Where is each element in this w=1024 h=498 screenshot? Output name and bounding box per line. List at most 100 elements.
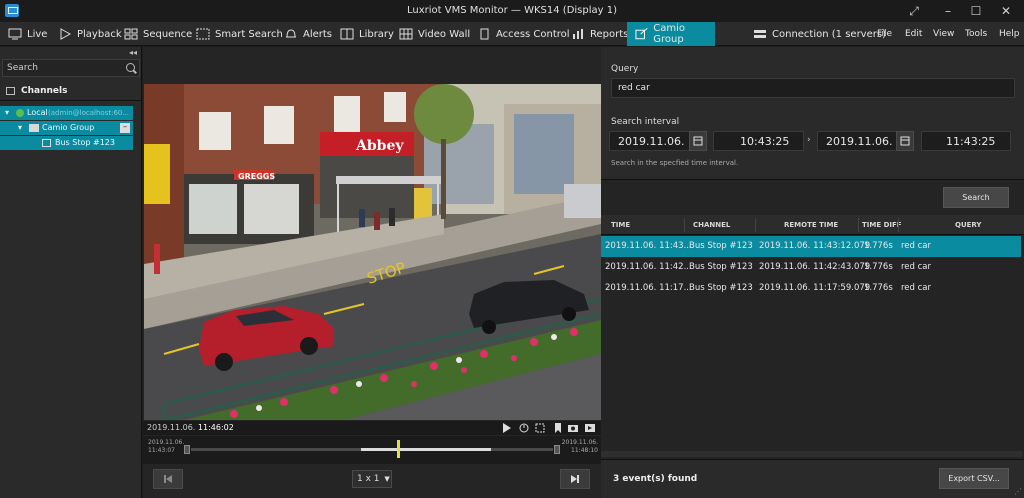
to-time-field[interactable]: 11:43:25 bbox=[921, 131, 1011, 151]
search-icon[interactable] bbox=[126, 63, 135, 72]
timeline-range bbox=[361, 448, 491, 451]
close-button[interactable]: ✕ bbox=[998, 3, 1014, 19]
tab-camio-group[interactable]: Camio Group bbox=[627, 22, 715, 46]
calendar-icon bbox=[693, 136, 703, 146]
library-icon bbox=[340, 28, 354, 40]
external-link-icon bbox=[635, 28, 648, 40]
tab-sequence[interactable]: Sequence bbox=[124, 22, 192, 46]
camera-snapshot-icon[interactable] bbox=[568, 423, 578, 433]
grid-icon bbox=[124, 28, 138, 40]
connection-status[interactable]: Connection (1 servers) bbox=[753, 22, 886, 46]
channels-header: Channels bbox=[0, 81, 142, 101]
col-time-diff[interactable]: TIME DIFF bbox=[862, 221, 902, 229]
search-form: Query red car Search interval 2019.11.06… bbox=[601, 47, 1024, 180]
horizontal-scrollbar[interactable] bbox=[601, 451, 1022, 457]
next-button[interactable] bbox=[560, 469, 590, 489]
clock-icon[interactable] bbox=[519, 423, 529, 433]
channels-sidebar: ◂◂ Search Channels ▾ Local (admin@localh… bbox=[0, 47, 142, 498]
smart-search-icon bbox=[196, 28, 210, 40]
tab-reports[interactable]: Reports bbox=[571, 22, 628, 46]
tree-item-local[interactable]: ▾ Local (admin@localhost:60... bbox=[0, 106, 133, 120]
greggs-sign: GREGGS bbox=[238, 172, 275, 181]
timeline-left-handle[interactable] bbox=[184, 445, 190, 454]
tab-live[interactable]: Live bbox=[8, 22, 47, 46]
timeline-right-handle[interactable] bbox=[554, 445, 560, 454]
minimize-button[interactable]: – bbox=[940, 3, 956, 19]
abbey-sign: Abbey bbox=[355, 138, 404, 154]
previous-button[interactable] bbox=[153, 469, 183, 489]
monitor-icon bbox=[8, 28, 22, 40]
door-icon bbox=[480, 28, 489, 40]
from-date-field[interactable]: 2019.11.06. bbox=[609, 131, 695, 151]
camera-video-frame[interactable]: Abbey GREGGS STOP bbox=[144, 84, 601, 420]
timeline-end: 2019.11.06. 11:48:10 bbox=[561, 439, 598, 454]
interval-hint: Search in the specfied time interval. bbox=[611, 159, 739, 167]
layout-select[interactable]: 1 x 1 ▼ bbox=[352, 470, 392, 488]
menu-view[interactable]: View bbox=[933, 29, 954, 39]
timeline-cursor[interactable] bbox=[397, 440, 400, 458]
tab-playback[interactable]: Playback bbox=[58, 22, 122, 46]
query-label: Query bbox=[611, 64, 639, 74]
collapse-sidebar-icon[interactable]: ◂◂ bbox=[129, 48, 137, 57]
resize-grip-icon[interactable]: ⋰ bbox=[1014, 487, 1022, 496]
tab-smart-search[interactable]: Smart Search bbox=[196, 22, 283, 46]
video-wall-icon bbox=[399, 28, 413, 40]
results-table-header: TIME CHANNEL REMOTE TIME TIME DIFF QUERY bbox=[601, 215, 1024, 235]
skip-forward-icon bbox=[571, 475, 579, 483]
server-icon bbox=[16, 109, 24, 117]
event-count: 3 event(s) found bbox=[613, 474, 698, 484]
main-toolbar: Live Playback Sequence Smart Search Aler… bbox=[0, 22, 1024, 46]
from-calendar-button[interactable] bbox=[689, 131, 707, 151]
channel-search-input[interactable]: Search bbox=[2, 59, 140, 77]
folder-icon bbox=[29, 124, 39, 132]
range-arrow-icon: › bbox=[807, 135, 811, 145]
menu-tools[interactable]: Tools bbox=[965, 29, 987, 39]
tab-video-wall[interactable]: Video Wall bbox=[399, 22, 470, 46]
video-viewport: Abbey GREGGS STOP 2019.11.06. 11:46:02 2… bbox=[143, 47, 601, 498]
play-icon[interactable] bbox=[502, 423, 512, 433]
zoom-icon[interactable] bbox=[535, 423, 545, 433]
tab-library[interactable]: Library bbox=[340, 22, 394, 46]
bookmark-icon[interactable] bbox=[553, 423, 563, 433]
skip-back-icon bbox=[164, 475, 172, 483]
tree-item-camio-group[interactable]: ▾ Camio Group – bbox=[0, 121, 133, 135]
table-row[interactable]: 2019.11.06. 11:17... Bus Stop #123 2019.… bbox=[601, 278, 1021, 299]
tree-item-bus-stop[interactable]: Bus Stop #123 bbox=[0, 136, 133, 150]
expand-icon[interactable]: ▾ bbox=[5, 108, 9, 117]
play-icon bbox=[60, 28, 72, 40]
export-csv-button[interactable]: Export CSV... bbox=[939, 468, 1009, 489]
bell-icon bbox=[286, 29, 296, 38]
menu-help[interactable]: Help bbox=[999, 29, 1020, 39]
from-time-field[interactable]: 10:43:25 bbox=[713, 131, 804, 151]
window-title: Luxriot VMS Monitor — WKS14 (Display 1) bbox=[406, 5, 618, 16]
col-channel[interactable]: CHANNEL bbox=[693, 221, 730, 229]
timeline-start: 2019.11.06. 11:43:07 bbox=[148, 439, 185, 454]
table-row[interactable]: 2019.11.06. 11:42... Bus Stop #123 2019.… bbox=[601, 257, 1021, 278]
to-date-field[interactable]: 2019.11.06. bbox=[817, 131, 903, 151]
menu-file[interactable]: File bbox=[877, 29, 892, 39]
query-input[interactable]: red car bbox=[611, 78, 1015, 98]
playback-timeline[interactable]: 2019.11.06. 11:43:07 2019.11.06. 11:48:10 bbox=[143, 436, 601, 464]
col-remote-time[interactable]: REMOTE TIME bbox=[784, 221, 838, 229]
calendar-icon bbox=[900, 136, 910, 146]
to-calendar-button[interactable] bbox=[896, 131, 914, 151]
maximize-button[interactable]: ☐ bbox=[968, 3, 984, 19]
restore-icon[interactable]: ⤢ bbox=[906, 3, 922, 19]
tab-access-control[interactable]: Access Control bbox=[477, 22, 570, 46]
interval-label: Search interval bbox=[611, 117, 680, 127]
tab-alerts[interactable]: Alerts bbox=[284, 22, 332, 46]
export-video-icon[interactable] bbox=[585, 423, 595, 433]
col-query[interactable]: QUERY bbox=[955, 221, 982, 229]
search-button[interactable]: Search bbox=[943, 187, 1009, 208]
results-footer: 3 event(s) found Export CSV... ⋰ bbox=[601, 459, 1024, 498]
menu-edit[interactable]: Edit bbox=[905, 29, 922, 39]
expand-icon[interactable]: ▾ bbox=[18, 123, 22, 132]
col-time[interactable]: TIME bbox=[611, 221, 630, 229]
timeline-track[interactable] bbox=[191, 440, 553, 458]
chart-icon bbox=[573, 29, 583, 39]
collapse-group-button[interactable]: – bbox=[120, 123, 130, 133]
servers-icon bbox=[754, 30, 766, 38]
camera-icon bbox=[42, 139, 51, 147]
table-row[interactable]: 2019.11.06. 11:43... Bus Stop #123 2019.… bbox=[601, 236, 1021, 257]
video-timestamp: 2019.11.06. 11:46:02 bbox=[147, 423, 234, 432]
